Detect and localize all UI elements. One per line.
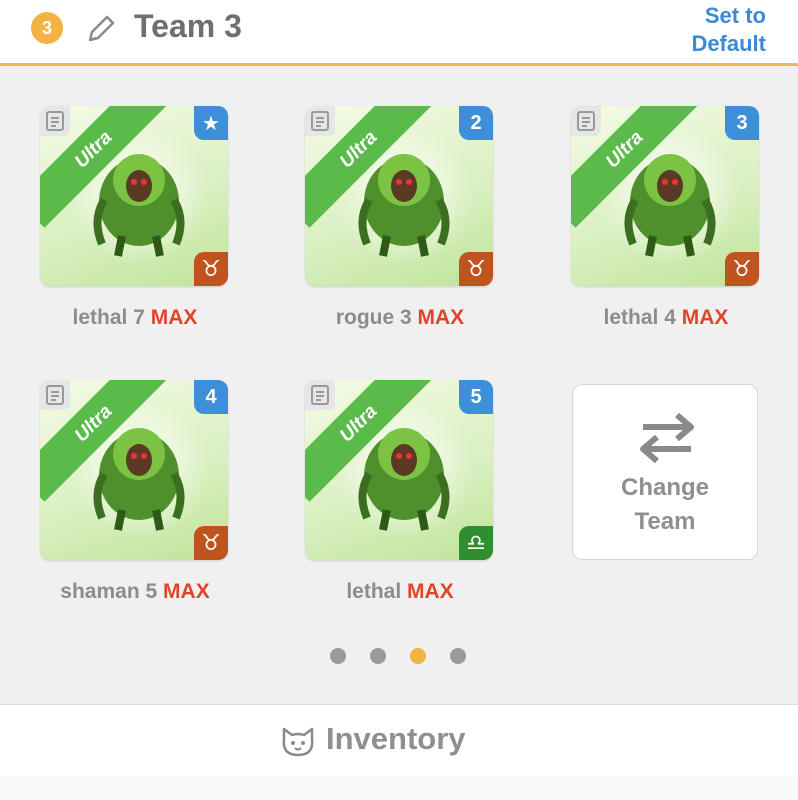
set-to-default-button[interactable]: Set to Default — [691, 2, 766, 58]
slot-number-badge: 3 — [725, 106, 759, 140]
slot-number-badge: 5 — [459, 380, 493, 414]
inventory-label: Inventory — [326, 721, 466, 756]
page-dot-1[interactable] — [330, 648, 346, 664]
taurus-icon: ♉ — [459, 252, 493, 286]
change-team-line2: Team — [634, 508, 696, 535]
monster-caption: lethal 7 MAX — [30, 306, 240, 330]
set-default-line1: Set to — [704, 3, 766, 28]
max-level-label: MAX — [150, 306, 198, 329]
monster-caption: rogue 3 MAX — [295, 306, 505, 330]
monster-card[interactable]: Ultra 2 ♉ — [305, 106, 493, 286]
slot-number-badge: 2 — [459, 106, 493, 140]
page-dot-3-active[interactable] — [410, 648, 426, 664]
monster-name: lethal 4 — [603, 306, 676, 329]
document-icon[interactable] — [40, 106, 70, 136]
monster-card[interactable]: Ultra 5 ♎ — [305, 380, 493, 560]
taurus-icon: ♉ — [194, 252, 228, 286]
max-level-label: MAX — [407, 580, 454, 603]
monster-name: rogue 3 — [335, 306, 412, 329]
monster-card[interactable]: Ultra ★ ♉ — [40, 106, 228, 286]
document-icon[interactable] — [40, 380, 70, 410]
monster-card[interactable]: Ultra 4 ♉ — [40, 380, 228, 560]
taurus-icon: ♉ — [725, 252, 759, 286]
libra-icon: ♎ — [459, 526, 493, 560]
page-dot-2[interactable] — [370, 648, 386, 664]
monster-name: shaman 5 — [60, 580, 158, 603]
team-grid: Ultra ★ ♉ lethal 7 MAX Ultra 2 ♉ rogue 3… — [0, 66, 798, 704]
slot-number-badge: 4 — [194, 380, 228, 414]
monster-name: lethal 7 — [72, 306, 145, 329]
cat-face-icon — [282, 727, 314, 757]
inventory-button[interactable]: Inventory — [0, 704, 798, 778]
taurus-icon: ♉ — [194, 526, 228, 560]
monster-card[interactable]: Ultra 3 ♉ — [571, 106, 759, 286]
monster-caption: lethal 4 MAX — [561, 306, 771, 330]
document-icon[interactable] — [571, 106, 601, 136]
pencil-icon[interactable] — [84, 12, 118, 46]
document-icon[interactable] — [305, 380, 335, 410]
document-icon[interactable] — [305, 106, 335, 136]
max-level-label: MAX — [417, 306, 465, 329]
change-team-label: Change Team — [573, 471, 757, 539]
change-team-button[interactable]: Change Team — [572, 384, 758, 560]
set-default-line2: Default — [691, 31, 766, 56]
team-number-badge: 3 — [31, 12, 63, 44]
team-name[interactable]: Team 3 — [134, 8, 242, 45]
change-team-line1: Change — [620, 474, 709, 501]
monster-caption: shaman 5 MAX — [30, 580, 240, 604]
max-level-label: MAX — [163, 580, 210, 603]
footer-strip — [0, 776, 798, 800]
page-indicator — [330, 648, 466, 664]
team-header: 3 Team 3 Set to Default — [0, 0, 798, 66]
swap-arrows-icon — [640, 412, 694, 463]
page-dot-4[interactable] — [450, 648, 466, 664]
monster-caption: lethal MAX — [295, 580, 505, 604]
max-level-label: MAX — [681, 306, 729, 329]
star-icon: ★ — [194, 106, 228, 140]
monster-name: lethal — [346, 580, 402, 603]
